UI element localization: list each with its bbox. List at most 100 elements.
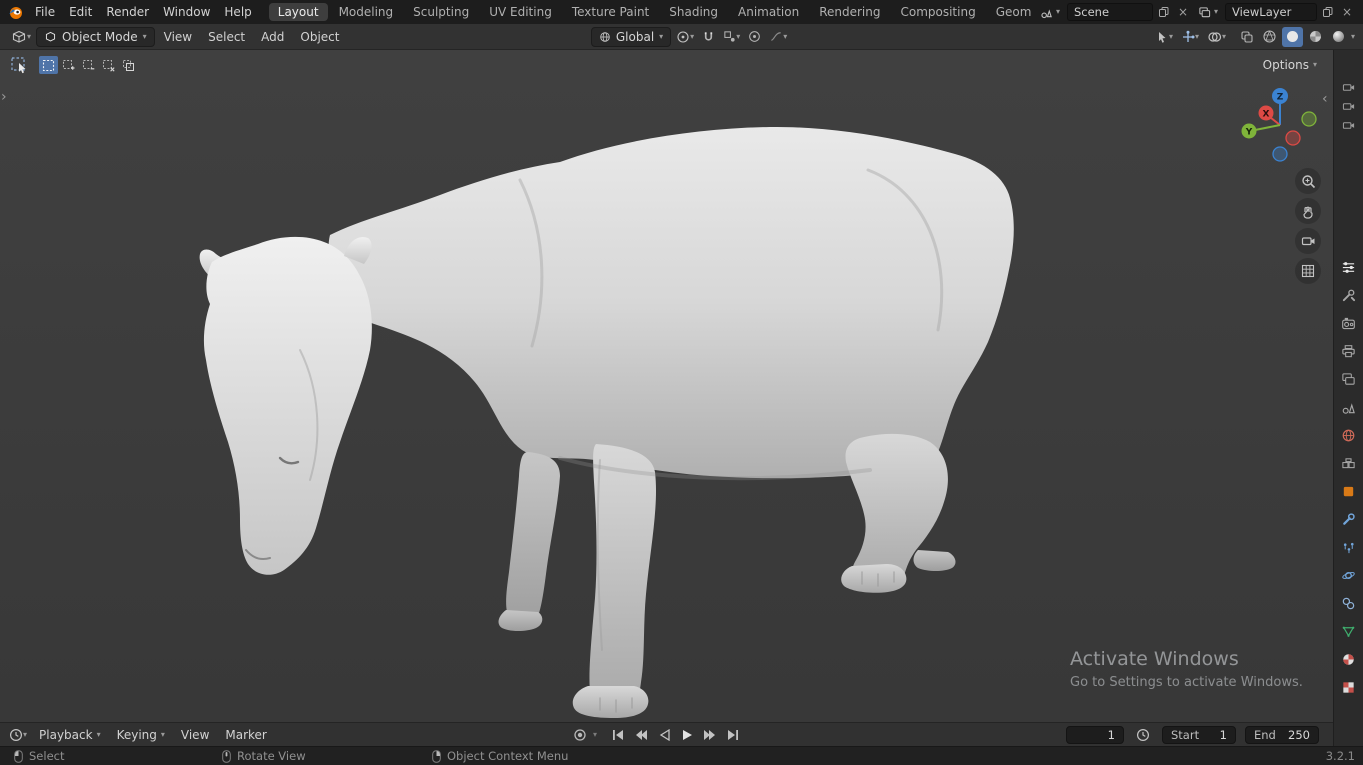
pan-button[interactable] — [1295, 198, 1321, 224]
tab-geometry-nodes[interactable]: Geometry Noc — [987, 3, 1032, 21]
menu-help[interactable]: Help — [217, 0, 258, 24]
model-big-cat[interactable] — [0, 50, 1333, 722]
select-mode-intersect-button[interactable] — [119, 56, 138, 74]
select-mode-extend-button[interactable] — [59, 56, 78, 74]
keying-set-dropdown-icon[interactable]: ▾ — [593, 730, 597, 739]
snap-settings-button[interactable]: ▾ — [720, 27, 743, 47]
shading-rendered-button[interactable] — [1328, 27, 1349, 47]
viewlayer-name-field[interactable]: ViewLayer — [1225, 3, 1317, 21]
properties-tab-object[interactable] — [1334, 477, 1363, 505]
tab-layout[interactable]: Layout — [268, 3, 328, 21]
viewlayer-browse-button[interactable]: ▾ — [1194, 3, 1222, 21]
properties-tab-world[interactable] — [1334, 421, 1363, 449]
menu-edit[interactable]: Edit — [62, 0, 99, 24]
camera-view-button[interactable] — [1295, 228, 1321, 254]
use-preview-range-button[interactable] — [1133, 725, 1153, 745]
gizmo-axis-x-neg-ball[interactable] — [1285, 130, 1301, 146]
gizmo-axis-y-neg-ball[interactable] — [1301, 111, 1317, 127]
options-button[interactable]: Options ▾ — [1257, 56, 1323, 74]
toggle-ortho-button[interactable] — [1295, 258, 1321, 284]
properties-tab-scene[interactable] — [1334, 393, 1363, 421]
menu-add[interactable]: Add — [254, 30, 291, 44]
menu-select[interactable]: Select — [201, 30, 252, 44]
outliner-item-camera-2[interactable] — [1342, 97, 1356, 116]
frame-start-field[interactable]: Start 1 — [1162, 725, 1236, 744]
scene-browse-button[interactable]: ▾ — [1036, 3, 1064, 21]
shading-dropdown-icon[interactable]: ▾ — [1351, 32, 1355, 41]
properties-tab-render[interactable] — [1334, 309, 1363, 337]
menu-file[interactable]: File — [28, 0, 62, 24]
properties-tab-output[interactable] — [1334, 337, 1363, 365]
next-keyframe-button[interactable] — [700, 726, 720, 744]
menu-view[interactable]: View — [157, 30, 199, 44]
menu-marker[interactable]: Marker — [218, 728, 273, 742]
shading-material-button[interactable] — [1305, 27, 1326, 47]
select-mode-set-button[interactable] — [39, 56, 58, 74]
sidebar-expand-arrow[interactable]: ‹ — [1322, 92, 1328, 106]
prev-keyframe-button[interactable] — [631, 726, 651, 744]
remove-viewlayer-button[interactable]: × — [1339, 3, 1355, 21]
timeline-editor-type-button[interactable]: ▾ — [6, 725, 30, 745]
properties-tab-constraints[interactable] — [1334, 589, 1363, 617]
menu-render[interactable]: Render — [99, 0, 156, 24]
properties-tab-collection[interactable] — [1334, 449, 1363, 477]
outliner-item-camera-3[interactable] — [1342, 116, 1356, 135]
shading-wireframe-button[interactable] — [1259, 27, 1280, 47]
tab-sculpting[interactable]: Sculpting — [404, 3, 478, 21]
proportional-editing-button[interactable] — [745, 27, 764, 47]
overlays-button[interactable]: ▾ — [1204, 27, 1229, 47]
blender-logo-icon[interactable] — [6, 3, 24, 21]
menu-playback[interactable]: Playback ▾ — [32, 728, 108, 742]
proportional-falloff-button[interactable]: ▾ — [766, 27, 790, 47]
toolbar-expand-arrow[interactable]: › — [1, 90, 7, 104]
properties-tab-particles[interactable] — [1334, 533, 1363, 561]
gizmo-axis-z-neg-ball[interactable] — [1272, 146, 1288, 162]
tab-uv-editing[interactable]: UV Editing — [480, 3, 561, 21]
shading-solid-button[interactable] — [1281, 26, 1303, 47]
mode-selector[interactable]: Object Mode ▾ — [36, 26, 155, 47]
tab-shading[interactable]: Shading — [660, 3, 727, 21]
menu-timeline-view[interactable]: View — [174, 728, 216, 742]
pivot-point-button[interactable]: ▾ — [673, 27, 697, 47]
auto-keying-button[interactable] — [570, 726, 590, 744]
zoom-button[interactable] — [1295, 168, 1321, 194]
tab-rendering[interactable]: Rendering — [810, 3, 889, 21]
viewport-3d[interactable]: › ‹ Z X Y Activate Windows Go to Setting… — [0, 50, 1333, 722]
new-scene-button[interactable] — [1156, 3, 1172, 21]
new-viewlayer-button[interactable] — [1320, 3, 1336, 21]
tab-animation[interactable]: Animation — [729, 3, 808, 21]
properties-tab-modifiers[interactable] — [1334, 505, 1363, 533]
play-button[interactable] — [677, 726, 697, 744]
unlink-scene-button[interactable]: × — [1175, 3, 1191, 21]
properties-tab-material[interactable] — [1334, 645, 1363, 673]
properties-editor-type-button[interactable] — [1334, 253, 1363, 281]
play-reverse-button[interactable] — [654, 726, 674, 744]
editor-type-button[interactable]: ▾ — [8, 27, 34, 47]
frame-end-field[interactable]: End 250 — [1245, 725, 1319, 744]
jump-to-start-button[interactable] — [608, 726, 628, 744]
show-gizmo-button[interactable]: ▾ — [1178, 27, 1202, 47]
transform-orientation-selector[interactable]: Global ▾ — [590, 26, 672, 47]
outliner-item-camera[interactable] — [1342, 78, 1356, 97]
menu-object[interactable]: Object — [293, 30, 346, 44]
object-visibility-button[interactable]: ▾ — [1152, 27, 1176, 47]
jump-to-end-button[interactable] — [723, 726, 743, 744]
properties-tab-physics[interactable] — [1334, 561, 1363, 589]
active-tool-button[interactable] — [10, 56, 29, 75]
select-mode-invert-button[interactable] — [99, 56, 118, 74]
properties-tab-view-layer[interactable] — [1334, 365, 1363, 393]
select-mode-subtract-button[interactable] — [79, 56, 98, 74]
xray-toggle-button[interactable] — [1237, 27, 1257, 47]
tab-texture-paint[interactable]: Texture Paint — [563, 3, 658, 21]
properties-tab-texture[interactable] — [1334, 673, 1363, 701]
properties-tab-object-data[interactable] — [1334, 617, 1363, 645]
menu-keying[interactable]: Keying ▾ — [110, 728, 172, 742]
tab-compositing[interactable]: Compositing — [891, 3, 984, 21]
current-frame-field[interactable]: 1 — [1066, 725, 1124, 744]
navigation-gizmo[interactable]: Z X Y — [1238, 83, 1322, 167]
scene-name-field[interactable]: Scene — [1066, 3, 1153, 21]
snap-toggle-button[interactable] — [699, 27, 718, 47]
menu-window[interactable]: Window — [156, 0, 217, 24]
properties-tab-tool[interactable] — [1334, 281, 1363, 309]
tab-modeling[interactable]: Modeling — [330, 3, 403, 21]
